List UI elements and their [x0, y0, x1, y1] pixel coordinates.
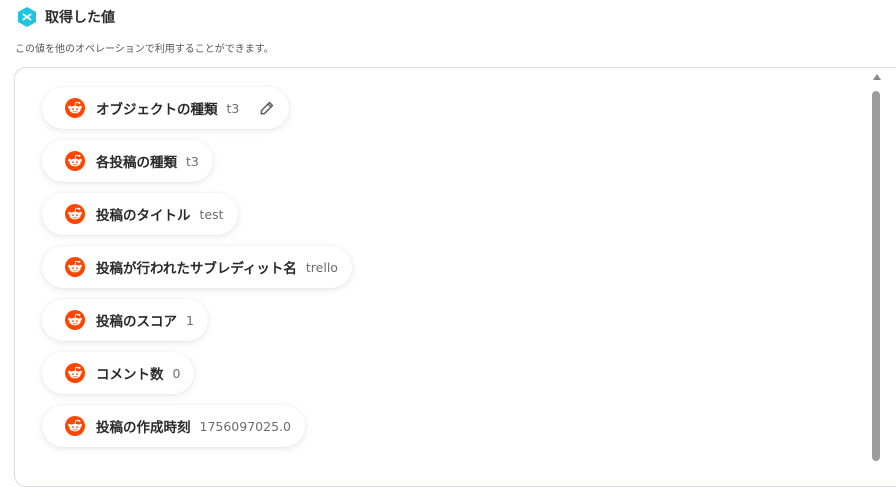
value-item[interactable]: 投稿が行われたサブレディット名 trello — [42, 246, 352, 288]
value-item-label: 投稿のタイトル — [96, 208, 191, 224]
value-item-label: 投稿のスコア — [96, 314, 177, 330]
value-item[interactable]: 投稿のタイトル test — [42, 193, 238, 235]
value-item[interactable]: 投稿のスコア 1 — [42, 299, 208, 341]
pencil-icon[interactable] — [259, 100, 275, 116]
value-item-label: 投稿が行われたサブレディット名 — [96, 261, 297, 277]
reddit-icon — [65, 363, 85, 383]
value-item[interactable]: 投稿の作成時刻 1756097025.0 — [42, 405, 305, 447]
section-title: 取得した値 — [45, 10, 115, 26]
value-item-value: trello — [305, 259, 338, 275]
value-item-label: 投稿の作成時刻 — [96, 420, 191, 436]
reddit-icon — [65, 310, 85, 330]
value-item-label: 各投稿の種類 — [96, 155, 177, 171]
value-item-value: t3 — [186, 153, 199, 169]
reddit-icon — [65, 151, 85, 171]
value-item-label: オブジェクトの種類 — [96, 102, 218, 118]
value-item-value: 1756097025.0 — [199, 418, 291, 434]
value-item-value: 1 — [186, 312, 194, 328]
section-subtitle: この値を他のオペレーションで利用することができます。 — [15, 44, 274, 55]
values-list: オブジェクトの種類 t3 各投稿の種類 t3 投稿のタイトル test 投稿が行… — [42, 87, 352, 458]
value-item[interactable]: 各投稿の種類 t3 — [42, 140, 213, 182]
reddit-icon — [65, 204, 85, 224]
value-item[interactable]: オブジェクトの種類 t3 — [42, 87, 290, 129]
scroll-up-arrow-icon[interactable] — [873, 74, 881, 80]
value-item-value: test — [199, 206, 224, 222]
reddit-icon — [65, 416, 85, 436]
value-item-label: コメント数 — [96, 367, 164, 383]
value-item[interactable]: コメント数 0 — [42, 352, 195, 394]
scrollbar-thumb[interactable] — [872, 91, 880, 461]
value-item-value: 0 — [172, 365, 181, 381]
value-item-value: t3 — [226, 100, 240, 116]
app-logo-icon — [18, 7, 36, 27]
reddit-icon — [65, 257, 85, 277]
reddit-icon — [65, 98, 85, 118]
scrollbar[interactable] — [870, 70, 884, 461]
section-header: 取得した値 — [16, 6, 115, 28]
